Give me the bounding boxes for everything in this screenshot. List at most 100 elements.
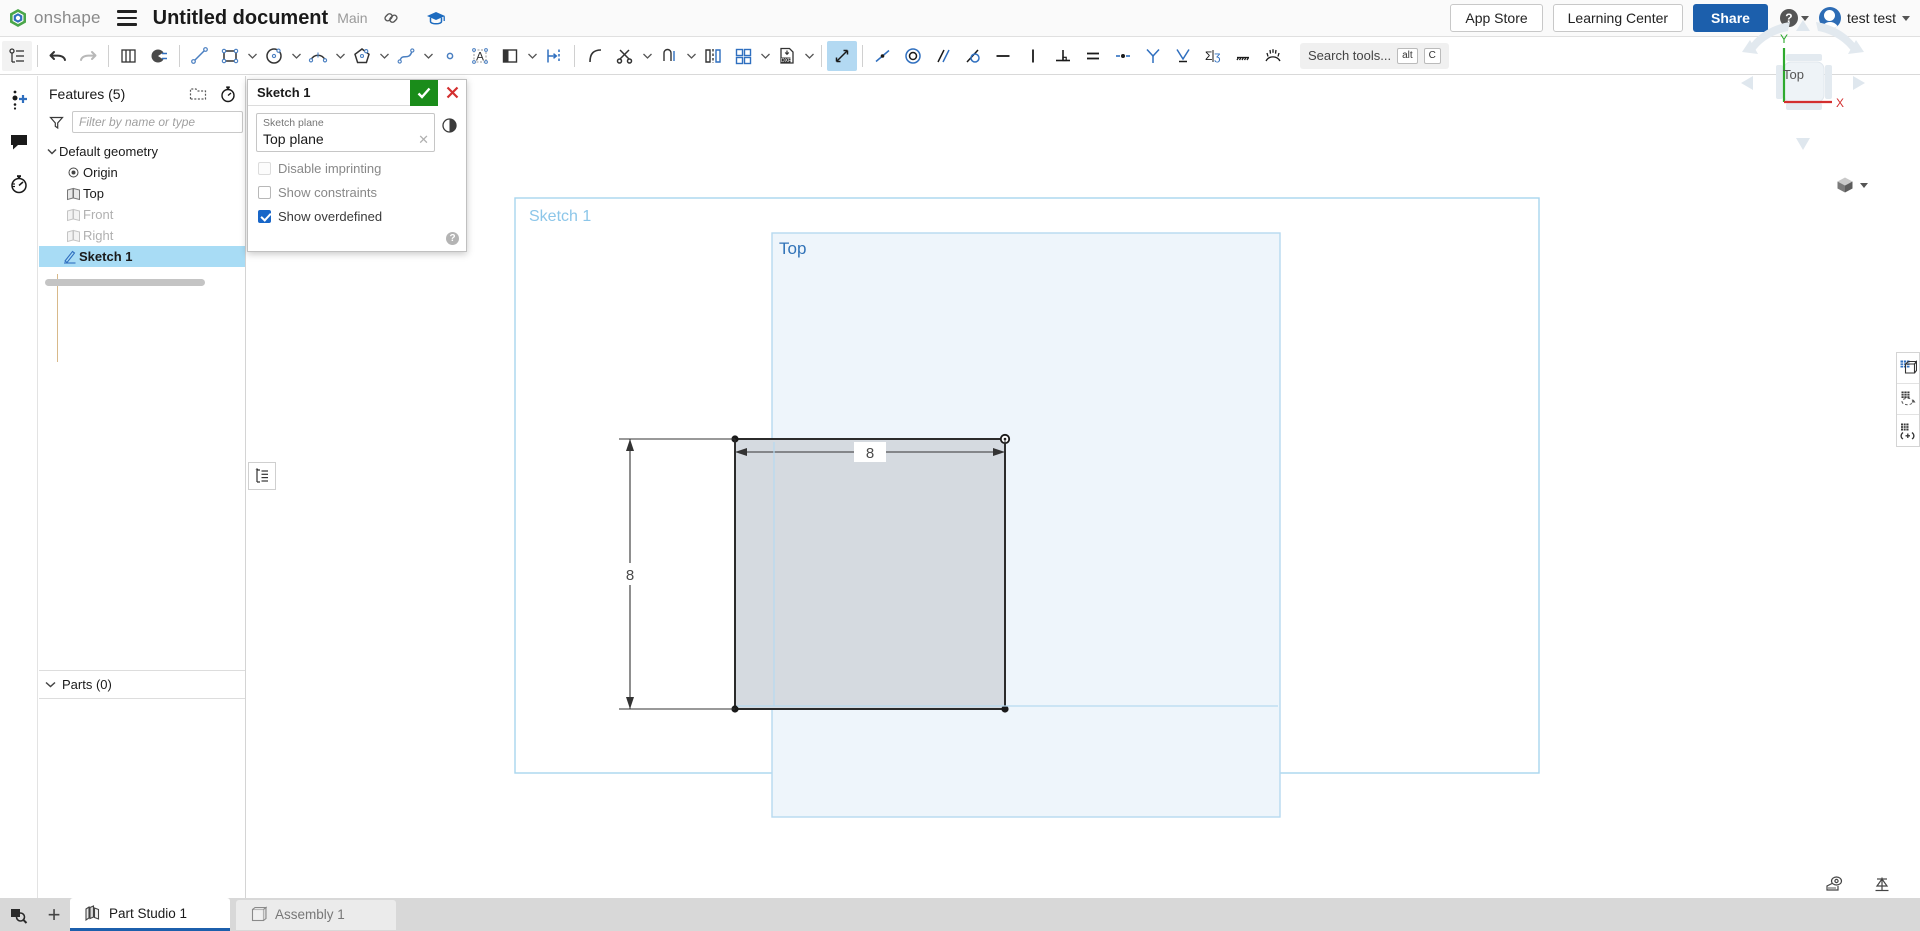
rotate-view-icon[interactable] (1897, 384, 1919, 415)
extend-icon[interactable] (654, 41, 684, 71)
text-tool-icon[interactable]: A (465, 41, 495, 71)
chevron-down-icon[interactable] (684, 41, 698, 71)
parts-section-header[interactable]: Parts (0) (39, 670, 245, 698)
sketch-plane-field[interactable]: Sketch plane Top plane ✕ (256, 113, 435, 152)
link-icon[interactable] (378, 5, 403, 30)
concentric-icon[interactable] (898, 41, 928, 71)
chevron-down-icon[interactable] (289, 41, 303, 71)
disable-imprinting-row[interactable]: Disable imprinting (256, 161, 458, 176)
chevron-down-icon[interactable] (525, 41, 539, 71)
offset-icon[interactable] (539, 41, 569, 71)
show-constraints-row[interactable]: Show constraints (256, 185, 458, 200)
rail-add-version-icon[interactable] (5, 86, 33, 114)
feature-list-icon[interactable] (2, 41, 32, 71)
chevron-down-icon[interactable] (421, 41, 435, 71)
tree-item-front-plane[interactable]: Front (39, 204, 245, 225)
equal-icon[interactable] (1078, 41, 1108, 71)
linear-pattern-icon[interactable] (728, 41, 758, 71)
chevron-down-icon[interactable] (333, 41, 347, 71)
chevron-down-icon[interactable] (245, 41, 259, 71)
redo-icon[interactable] (73, 41, 103, 71)
fix-icon[interactable] (1168, 41, 1198, 71)
app-store-button[interactable]: App Store (1450, 4, 1542, 32)
rectangle-tool-icon[interactable] (215, 41, 245, 71)
onshape-logo[interactable]: onshape (8, 8, 101, 28)
tree-item-default-geometry[interactable]: Default geometry (39, 141, 245, 162)
show-constraints-checkbox[interactable] (258, 186, 271, 199)
dimension-icon[interactable] (827, 41, 857, 71)
learning-center-button[interactable]: Learning Center (1553, 4, 1683, 32)
sketch-history-icon[interactable] (441, 113, 458, 134)
display-mode-button[interactable] (1835, 175, 1868, 195)
line-tool-icon[interactable] (185, 41, 215, 71)
document-title[interactable]: Untitled document (153, 7, 329, 30)
tree-item-sketch-1[interactable]: Sketch 1 (39, 246, 245, 267)
chevron-down-icon[interactable] (758, 41, 772, 71)
rail-comments-icon[interactable] (5, 128, 33, 156)
horizontal-icon[interactable] (988, 41, 1018, 71)
chevron-down-icon[interactable] (45, 148, 59, 155)
normal-icon[interactable]: Σ ʒ (1198, 41, 1228, 71)
tree-item-right-plane[interactable]: Right (39, 225, 245, 246)
sketch-confirm-button[interactable] (410, 80, 438, 106)
graphics-canvas[interactable]: 8 8 Sketch 1 Top (247, 76, 1920, 898)
tree-item-top-plane[interactable]: Top (39, 183, 245, 204)
undo-icon[interactable] (43, 41, 73, 71)
view-cube[interactable]: Y X Top (1728, 10, 1878, 160)
spline-tool-icon[interactable] (391, 41, 421, 71)
symmetric-icon[interactable] (1138, 41, 1168, 71)
circle-tool-icon[interactable] (259, 41, 289, 71)
search-document-icon[interactable] (0, 898, 38, 931)
point-tool-icon[interactable] (435, 41, 465, 71)
perpendicular-icon[interactable] (1048, 41, 1078, 71)
sketch-cancel-button[interactable] (438, 80, 466, 106)
search-tools-input[interactable]: Search tools... alt C (1300, 43, 1449, 69)
disable-imprinting-checkbox[interactable] (258, 162, 271, 175)
hide-tree-toggle-button[interactable] (248, 462, 276, 490)
tree-item-origin[interactable]: Origin (39, 162, 245, 183)
chevron-down-icon[interactable] (377, 41, 391, 71)
arc-tool-icon[interactable] (303, 41, 333, 71)
clear-x-icon[interactable]: ✕ (418, 133, 429, 146)
coincident-icon[interactable] (868, 41, 898, 71)
vertical-icon[interactable] (1018, 41, 1048, 71)
top-plane-label[interactable]: Top (779, 239, 806, 258)
height-dimension[interactable]: 8 (615, 439, 735, 709)
construction-icon[interactable] (1228, 41, 1258, 71)
chevron-down-icon[interactable] (802, 41, 816, 71)
trim-icon[interactable] (610, 41, 640, 71)
filter-funnel-icon[interactable] (49, 115, 64, 130)
main-menu-button[interactable] (117, 10, 137, 26)
curvature-icon[interactable] (1258, 41, 1288, 71)
view-cube-face-label[interactable]: Top (1783, 67, 1804, 82)
explode-view-icon[interactable] (1897, 415, 1919, 446)
show-overdefined-row[interactable]: Show overdefined (256, 209, 458, 224)
tangent-icon[interactable] (958, 41, 988, 71)
rollback-timer-icon[interactable] (219, 85, 237, 103)
measure-tape-icon[interactable] (1824, 875, 1844, 893)
use-project-icon[interactable] (495, 41, 525, 71)
rail-performance-icon[interactable] (5, 170, 33, 198)
feature-tree-scrollbar[interactable] (45, 279, 205, 286)
tab-assembly-1[interactable]: Assembly 1 (236, 900, 396, 930)
midpoint-icon[interactable] (1108, 41, 1138, 71)
section-view-icon[interactable] (144, 41, 174, 71)
chevron-down-icon[interactable] (45, 681, 56, 688)
mirror-icon[interactable] (698, 41, 728, 71)
add-tab-button[interactable]: + (38, 898, 70, 931)
import-dxf-icon[interactable]: DXF (772, 41, 802, 71)
polygon-tool-icon[interactable] (347, 41, 377, 71)
feature-filter-input[interactable] (72, 111, 243, 133)
copy-layers-icon[interactable] (114, 41, 144, 71)
sketch-face-fill[interactable] (735, 439, 1005, 709)
new-folder-icon[interactable] (189, 86, 207, 102)
fillet-icon[interactable] (580, 41, 610, 71)
chevron-down-icon[interactable] (640, 41, 654, 71)
chevron-down-icon[interactable] (1860, 183, 1868, 188)
help-icon[interactable]: ? (446, 232, 459, 245)
show-overdefined-checkbox[interactable] (258, 210, 271, 223)
display-states-icon[interactable] (1897, 353, 1919, 384)
parallel-icon[interactable] (928, 41, 958, 71)
tab-part-studio-1[interactable]: Part Studio 1 (70, 898, 230, 931)
mass-properties-icon[interactable] (1872, 875, 1892, 893)
